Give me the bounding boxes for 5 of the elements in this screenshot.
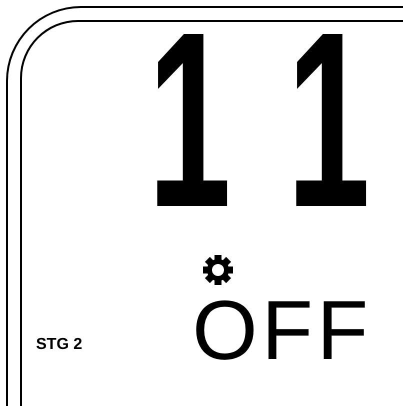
digit-text: 1 — [286, 7, 370, 232]
digit-text: 1 — [148, 7, 232, 232]
status-text: OFF — [192, 288, 372, 372]
stage-label: STG 2 — [36, 336, 82, 354]
settings-icon — [202, 254, 234, 286]
